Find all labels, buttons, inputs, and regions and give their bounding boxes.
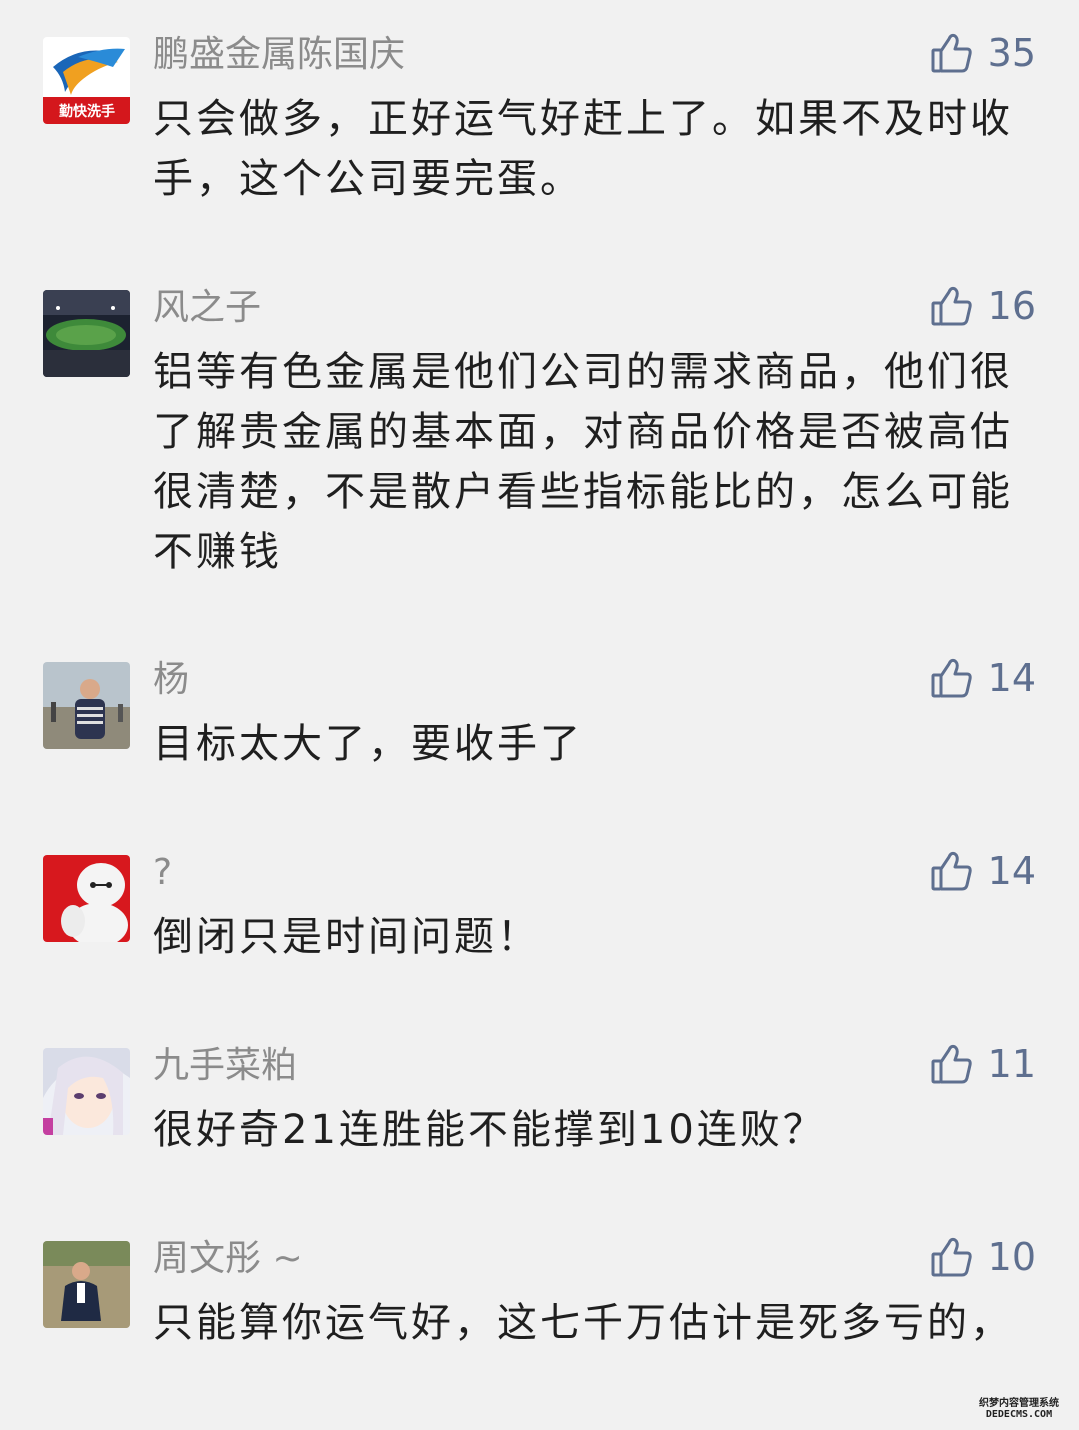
comment-text: 只会做多，正好运气好赶上了。如果不及时收手，这个公司要完蛋。 [153, 96, 1013, 202]
like-count: 35 [987, 31, 1036, 75]
company-logo-avatar[interactable]: 勤快洗手 [43, 37, 130, 124]
thumbs-up-icon [930, 1042, 974, 1086]
commenter-name[interactable]: 周文彤 ~ [153, 1237, 303, 1281]
commenter-name[interactable]: ? [153, 851, 172, 895]
stadium-photo-avatar[interactable] [43, 290, 130, 377]
comment-text: 倒闭只是时间问题！ [153, 914, 540, 960]
comment-item: 周文彤 ~ 10 只能算你运气好，这七千万估计是死多亏的， [0, 1235, 1079, 1421]
anime-girl-avatar[interactable] [43, 1048, 130, 1135]
like-button[interactable]: 11 [930, 1042, 1036, 1086]
like-count: 10 [987, 1235, 1036, 1279]
like-count: 14 [987, 849, 1036, 893]
baymax-avatar[interactable] [43, 855, 130, 942]
like-button[interactable]: 35 [930, 31, 1036, 75]
like-count: 14 [987, 656, 1036, 700]
like-count: 16 [987, 284, 1036, 328]
thumbs-up-icon [930, 1235, 974, 1279]
like-button[interactable]: 16 [930, 284, 1036, 328]
man-photo-avatar[interactable] [43, 662, 130, 749]
commenter-name[interactable]: 九手菜粕 [153, 1044, 297, 1088]
thumbs-up-icon [930, 656, 974, 700]
comment-item: 九手菜粕 11 很好奇21连胜能不能撑到10连败？ [0, 1042, 1079, 1188]
comment-text: 很好奇21连胜能不能撑到10连败？ [153, 1107, 826, 1153]
comment-item: 风之子 16 铝等有色金属是他们公司的需求商品，他们很了解贵金属的基本面，对商品… [0, 284, 1079, 610]
comment-item: 杨 14 目标太大了，要收手了 [0, 656, 1079, 802]
watermark-line2: DEDECMS.COM [985, 1409, 1053, 1420]
commenter-name[interactable]: 风之子 [153, 286, 261, 330]
comment-item: 勤快洗手 鹏盛金属陈国庆 35 只会做多，正好运气好赶上了。如果不及时收手，这个… [0, 31, 1079, 237]
man-field-photo-avatar[interactable] [43, 1241, 130, 1328]
like-button[interactable]: 14 [930, 656, 1036, 700]
like-count: 11 [987, 1042, 1036, 1086]
thumbs-up-icon [930, 284, 974, 328]
watermark-line1: 织梦内容管理系统 [979, 1398, 1059, 1409]
like-button[interactable]: 14 [930, 849, 1036, 893]
thumbs-up-icon [930, 849, 974, 893]
like-button[interactable]: 10 [930, 1235, 1036, 1279]
comment-item: ? 14 倒闭只是时间问题！ [0, 849, 1079, 995]
commenter-name[interactable]: 鹏盛金属陈国庆 [153, 33, 405, 77]
watermark: 织梦内容管理系统 DEDECMS.COM [969, 1398, 1069, 1420]
svg-text:勤快洗手: 勤快洗手 [59, 103, 115, 120]
thumbs-up-icon [930, 31, 974, 75]
comment-text: 目标太大了，要收手了 [153, 721, 583, 767]
comment-text: 只能算你运气好，这七千万估计是死多亏的， [153, 1300, 1013, 1346]
comment-text: 铝等有色金属是他们公司的需求商品，他们很了解贵金属的基本面，对商品价格是否被高估… [153, 349, 1013, 575]
commenter-name[interactable]: 杨 [153, 658, 189, 702]
